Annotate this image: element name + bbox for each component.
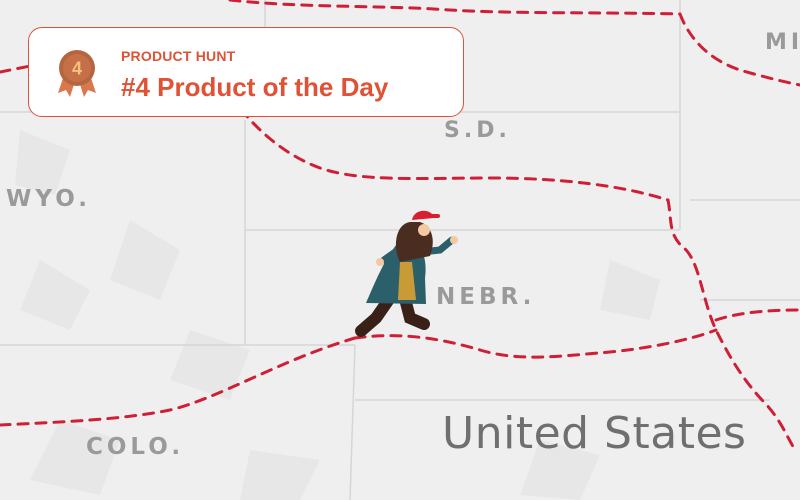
product-hunt-badge[interactable]: 4 PRODUCT HUNT #4 Product of the Day	[28, 27, 464, 117]
medal-rank: 4	[72, 59, 82, 79]
map-view[interactable]: MI S.D. WYO. NEBR. COLO. United States 4…	[0, 0, 800, 500]
medal-icon: 4	[58, 50, 96, 97]
badge-title: #4 Product of the Day	[121, 72, 389, 102]
state-label-colo: COLO.	[86, 434, 185, 460]
state-label-sd: S.D.	[444, 118, 511, 143]
state-label-nebr: NEBR.	[436, 284, 536, 310]
state-label-mi: MI	[765, 30, 800, 55]
country-label: United States	[442, 408, 747, 459]
state-label-wyo: WYO.	[6, 186, 91, 212]
badge-eyebrow: PRODUCT HUNT	[121, 48, 236, 64]
